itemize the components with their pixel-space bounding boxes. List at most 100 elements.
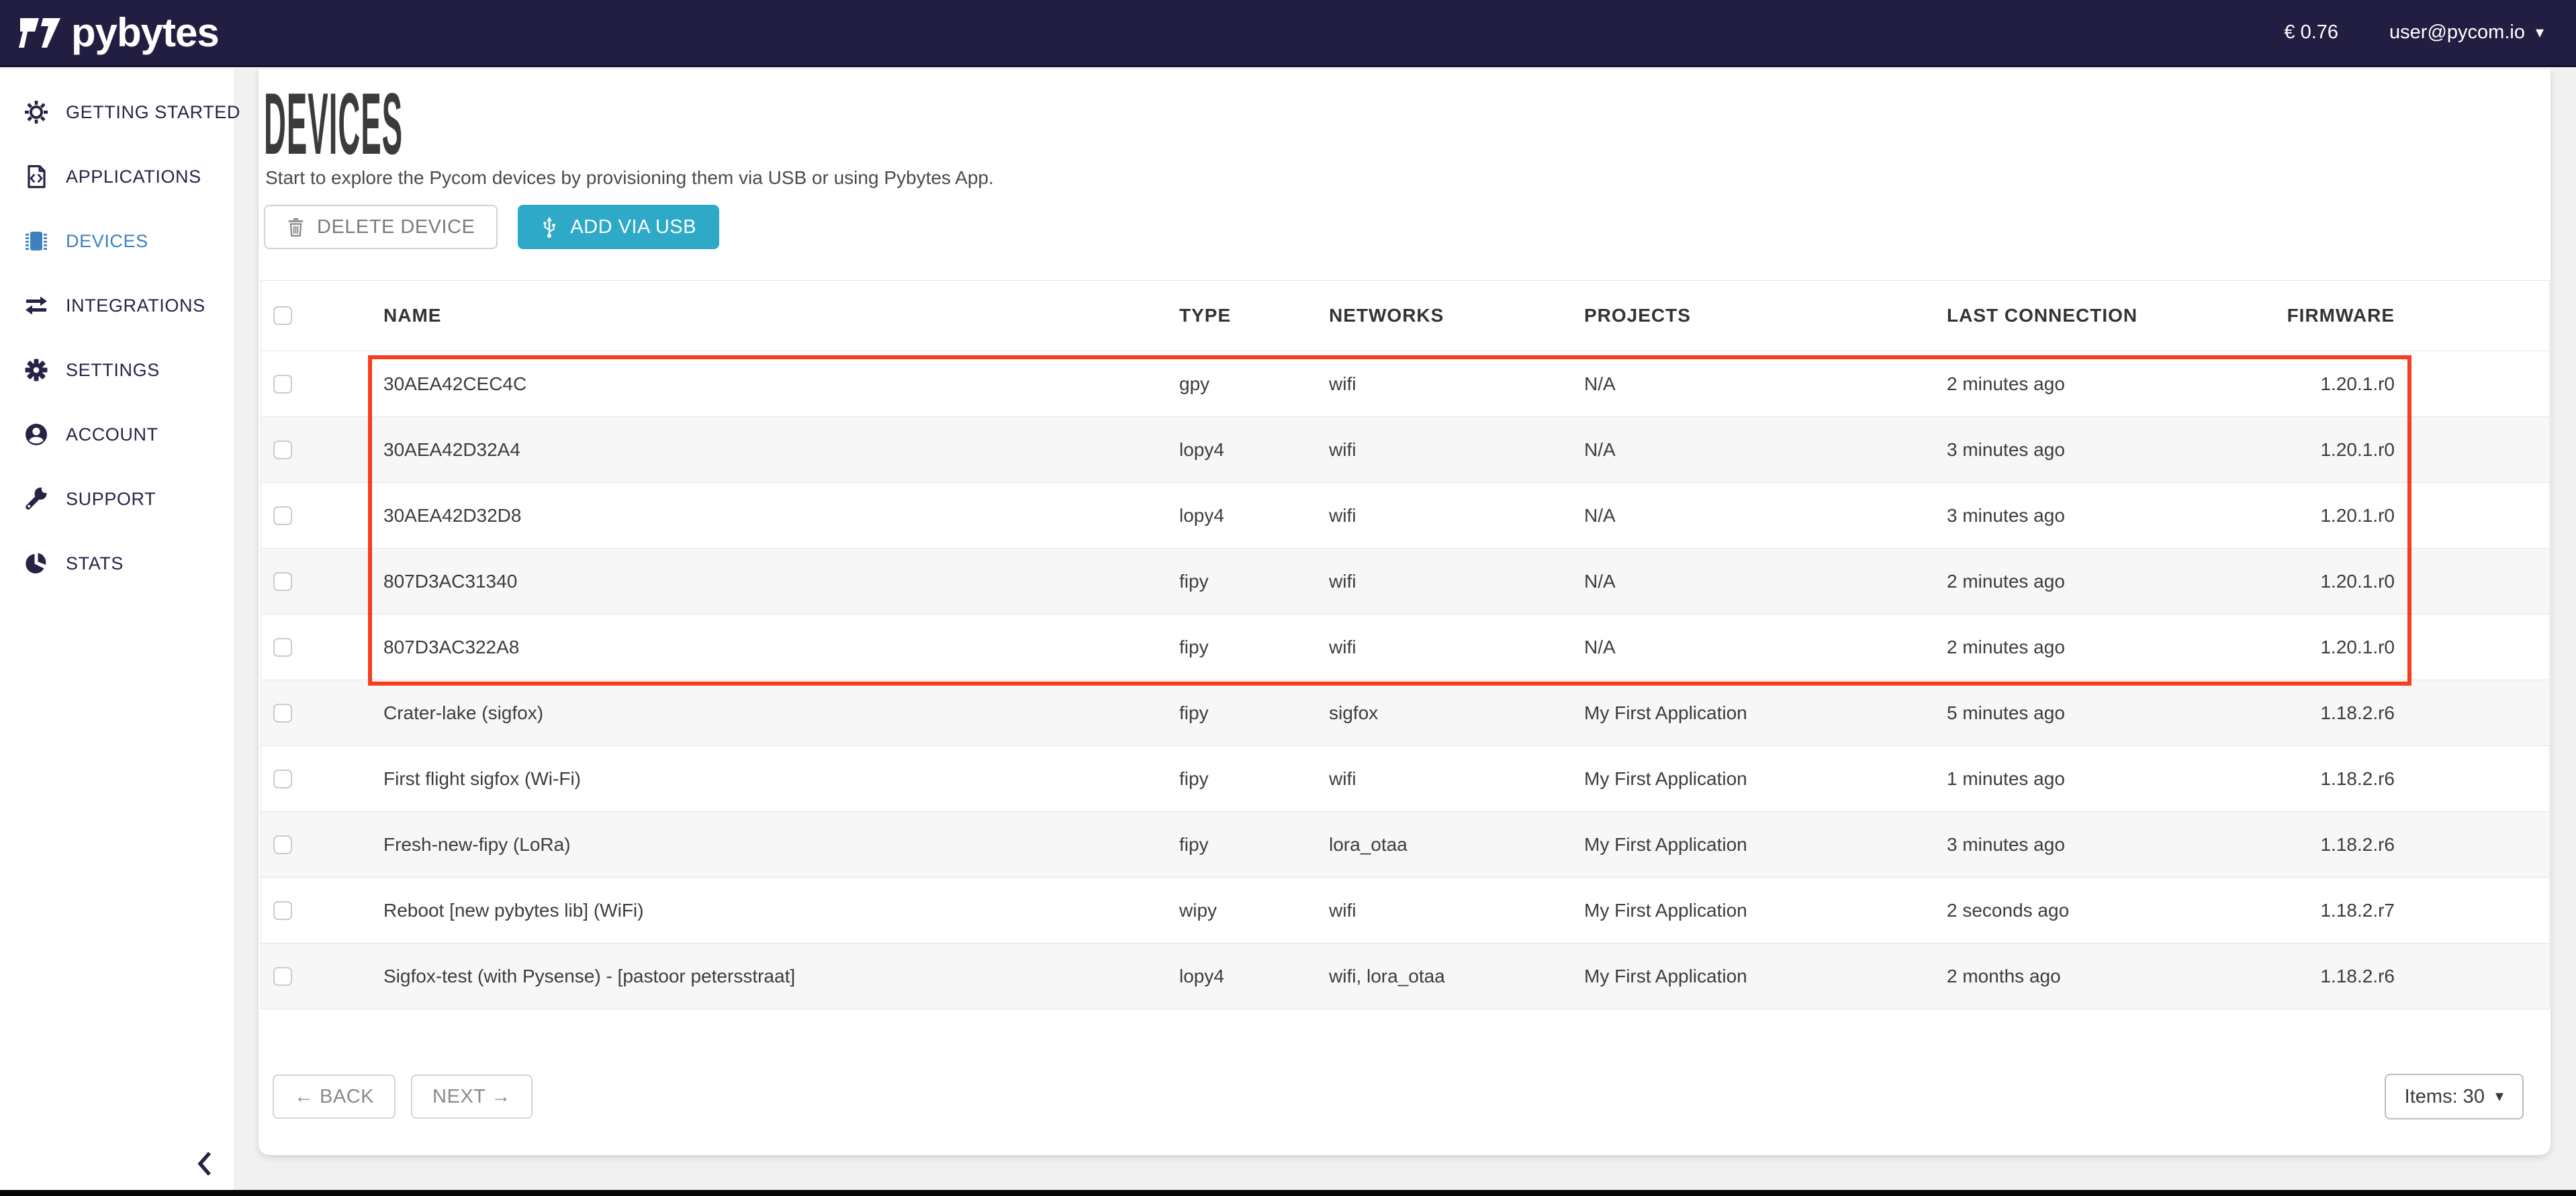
cell-last-connection: 2 seconds ago [1947,900,2217,921]
cell-networks: wifi [1329,373,1584,395]
row-checkbox[interactable] [273,375,292,394]
row-checkbox[interactable] [273,572,292,591]
pagination: ← BACK NEXT → Items: 30 ▾ [273,1074,2524,1119]
table-row[interactable]: Fresh-new-fipy (LoRa)fipylora_otaaMy Fir… [261,811,2549,877]
gear-icon [23,357,50,383]
pie-chart-icon [23,550,50,577]
row-checkbox[interactable] [273,638,292,657]
row-checkbox[interactable] [273,770,292,788]
sidebar-item-label: DEVICES [66,231,148,252]
file-code-icon [23,163,50,190]
column-header-firmware[interactable]: FIRMWARE [2217,305,2395,326]
items-per-page-label: Items: 30 [2405,1086,2485,1108]
select-all-checkbox[interactable] [273,306,292,325]
toolbar: DELETE DEVICE ADD VIA USB [264,205,2550,249]
account-email: user@pycom.io [2389,21,2525,44]
row-checkbox[interactable] [273,704,292,723]
delete-device-button[interactable]: DELETE DEVICE [264,205,498,249]
table-row[interactable]: 807D3AC31340fipywifiN/A2 minutes ago1.20… [261,548,2549,614]
table-row[interactable]: First flight sigfox (Wi-Fi)fipywifiMy Fi… [261,745,2549,811]
sidebar-collapse-button[interactable] [192,1149,219,1179]
pycom-logo-icon [19,14,62,52]
cell-type: lopy4 [1179,505,1329,526]
brand-logo[interactable]: pybytes [19,9,219,56]
cell-projects: My First Application [1584,702,1947,724]
cell-type: fipy [1179,834,1329,856]
sidebar-item-label: SETTINGS [66,360,160,381]
sidebar-item-label: GETTING STARTED [66,102,240,123]
cell-firmware: 1.20.1.r0 [2217,637,2395,658]
table-row[interactable]: Sigfox-test (with Pysense) - [pastoor pe… [261,943,2549,1009]
cell-networks: wifi, lora_otaa [1329,966,1584,987]
cell-name: 30AEA42CEC4C [383,373,1179,395]
cell-type: wipy [1179,900,1329,921]
cell-last-connection: 2 minutes ago [1947,637,2217,658]
row-checkbox[interactable] [273,835,292,854]
page-subtitle: Start to explore the Pycom devices by pr… [265,167,2550,189]
sidebar-item-account[interactable]: ACCOUNT [0,402,234,467]
cell-name: Sigfox-test (with Pysense) - [pastoor pe… [383,966,1179,987]
cell-type: fipy [1179,637,1329,658]
cell-projects: N/A [1584,439,1947,461]
cell-name: Fresh-new-fipy (LoRa) [383,834,1179,856]
table-row[interactable]: 807D3AC322A8fipywifiN/A2 minutes ago1.20… [261,614,2549,680]
chip-icon [23,228,50,255]
column-header-type[interactable]: TYPE [1179,305,1329,326]
cell-firmware: 1.18.2.r6 [2217,966,2395,987]
device-table: NAME TYPE NETWORKS PROJECTS LAST CONNECT… [261,280,2550,1009]
account-menu[interactable]: user@pycom.io ▾ [2389,21,2544,44]
sidebar-item-support[interactable]: SUPPORT [0,467,234,531]
cell-type: fipy [1179,768,1329,790]
row-checkbox[interactable] [273,901,292,920]
sidebar: GETTING STARTED APPLICATIONS [0,69,234,1190]
back-button[interactable]: ← BACK [273,1074,396,1119]
sidebar-item-label: ACCOUNT [66,424,158,445]
cell-type: gpy [1179,373,1329,395]
row-checkbox[interactable] [273,967,292,986]
usb-icon [541,216,558,239]
cell-projects: N/A [1584,505,1947,526]
cell-networks: wifi [1329,900,1584,921]
cell-type: fipy [1179,571,1329,592]
sidebar-item-integrations[interactable]: INTEGRATIONS [0,273,234,338]
sidebar-item-devices[interactable]: DEVICES [0,209,234,273]
column-header-name[interactable]: NAME [383,305,1179,326]
table-row[interactable]: 30AEA42D32D8lopy4wifiN/A3 minutes ago1.2… [261,482,2549,548]
cell-name: 807D3AC322A8 [383,637,1179,658]
table-row[interactable]: 30AEA42CEC4CgpywifiN/A2 minutes ago1.20.… [261,351,2549,416]
cell-projects: My First Application [1584,768,1947,790]
account-balance: € 0.76 [2284,21,2338,44]
table-row[interactable]: 30AEA42D32A4lopy4wifiN/A3 minutes ago1.2… [261,416,2549,482]
cell-last-connection: 2 minutes ago [1947,571,2217,592]
cell-name: 807D3AC31340 [383,571,1179,592]
sidebar-item-label: STATS [66,553,124,574]
cell-last-connection: 1 minutes ago [1947,768,2217,790]
cell-networks: wifi [1329,637,1584,658]
cell-networks: wifi [1329,439,1584,461]
cell-firmware: 1.18.2.r7 [2217,900,2395,921]
sidebar-item-label: INTEGRATIONS [66,295,205,316]
table-row[interactable]: Reboot [new pybytes lib] (WiFi)wipywifiM… [261,877,2549,943]
items-per-page-dropdown[interactable]: Items: 30 ▾ [2385,1074,2524,1119]
cell-firmware: 1.18.2.r6 [2217,834,2395,856]
trash-icon [287,217,305,238]
cell-networks: wifi [1329,571,1584,592]
cell-last-connection: 2 minutes ago [1947,373,2217,395]
column-header-projects[interactable]: PROJECTS [1584,305,1947,326]
row-checkbox[interactable] [273,441,292,459]
sidebar-item-stats[interactable]: STATS [0,531,234,596]
add-via-usb-button[interactable]: ADD VIA USB [518,205,719,249]
table-row[interactable]: Crater-lake (sigfox)fipysigfoxMy First A… [261,680,2549,745]
sidebar-item-settings[interactable]: SETTINGS [0,338,234,402]
arrows-exchange-icon [23,292,50,319]
row-checkbox[interactable] [273,506,292,525]
cell-type: lopy4 [1179,439,1329,461]
column-header-last-connection[interactable]: LAST CONNECTION [1947,305,2217,326]
sidebar-item-applications[interactable]: APPLICATIONS [0,144,234,209]
column-header-networks[interactable]: NETWORKS [1329,305,1584,326]
topbar-right: € 0.76 user@pycom.io ▾ [2284,21,2576,44]
next-button[interactable]: NEXT → [411,1074,533,1119]
cell-firmware: 1.18.2.r6 [2217,702,2395,724]
cell-networks: wifi [1329,768,1584,790]
sidebar-item-getting-started[interactable]: GETTING STARTED [0,80,234,144]
